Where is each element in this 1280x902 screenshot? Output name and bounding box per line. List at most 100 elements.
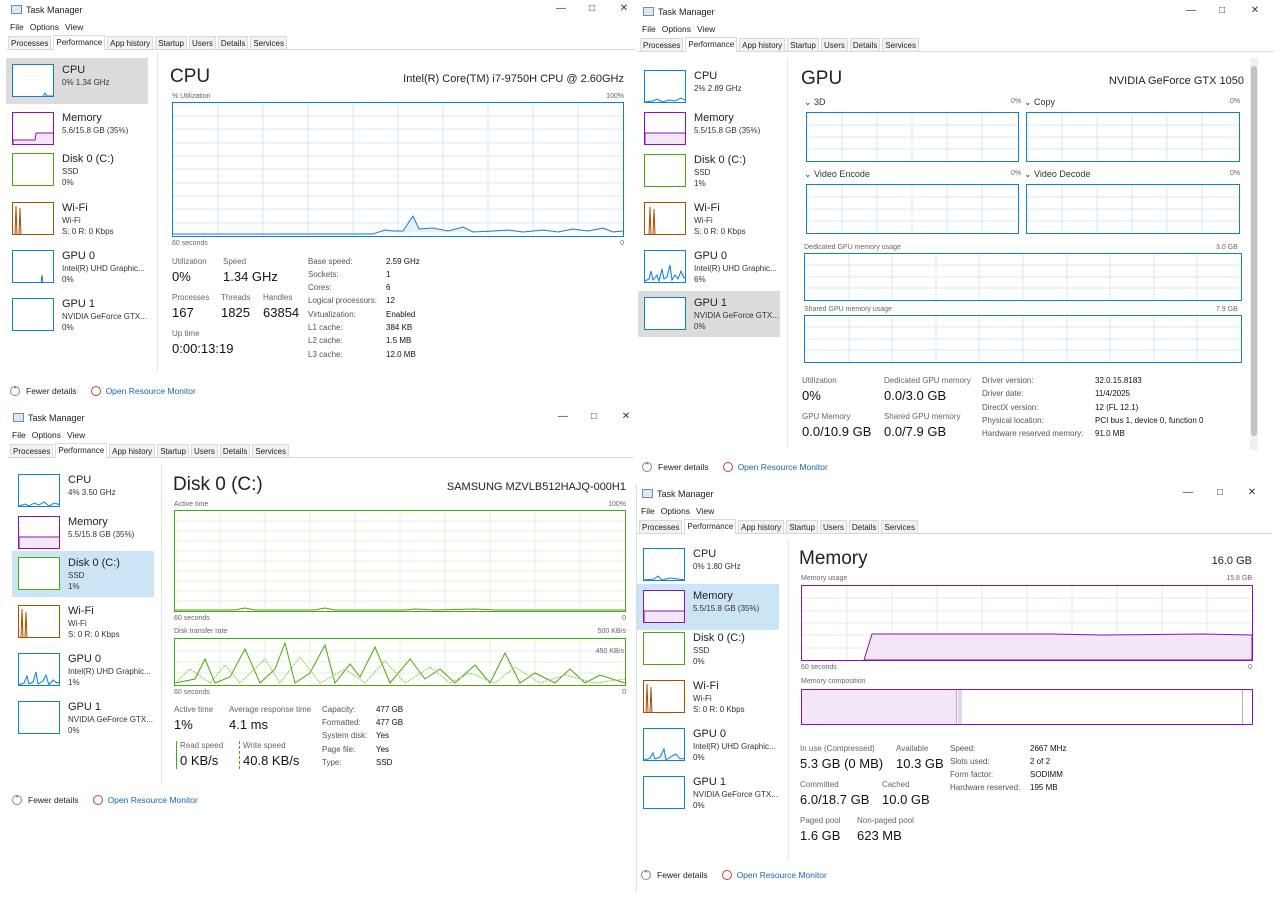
sidebar-item-disk[interactable]: Disk 0 (C:) SSD 0% [6, 147, 148, 193]
open-resource-monitor-link[interactable]: Open Resource Monitor [738, 462, 828, 472]
open-resource-monitor-link[interactable]: Open Resource Monitor [737, 870, 827, 880]
maximize-button[interactable]: □ [587, 411, 601, 424]
close-button[interactable]: ✕ [617, 3, 631, 16]
tab-startup[interactable]: Startup [157, 444, 189, 457]
maximize-button[interactable]: □ [1215, 5, 1229, 18]
close-button[interactable]: ✕ [1248, 5, 1262, 18]
chevron-up-icon[interactable]: ⌃ [10, 386, 20, 396]
menu-options[interactable]: Options [662, 22, 697, 37]
minimize-button[interactable]: — [1184, 5, 1198, 18]
tab-performance[interactable]: Performance [53, 35, 106, 50]
minimize-button[interactable]: — [554, 3, 568, 16]
tab-app-history[interactable]: App history [107, 36, 154, 49]
tab-app-history[interactable]: App history [738, 520, 785, 533]
maximize-button[interactable]: □ [585, 3, 599, 16]
tab-startup[interactable]: Startup [786, 520, 818, 533]
sidebar-item-gpu1[interactable]: GPU 1 NVIDIA GeForce GTX... 0% [12, 695, 154, 741]
sidebar-item-memory[interactable]: Memory 5.6/15.8 GB (35%) [6, 106, 148, 152]
title-bar[interactable]: Task Manager — □ ✕ [8, 408, 634, 428]
engine-decode-label[interactable]: ⌄ Video Decode [1024, 169, 1090, 180]
sidebar-item-gpu0[interactable]: GPU 0 Intel(R) UHD Graphic... 6% [638, 244, 780, 290]
sidebar-item-disk[interactable]: Disk 0 (C:) SSD 1% [638, 148, 780, 194]
tab-services[interactable]: Services [882, 38, 920, 51]
tab-performance[interactable]: Performance [684, 519, 737, 534]
tab-startup[interactable]: Startup [787, 38, 819, 51]
sidebar-item-wifi[interactable]: Wi-Fi Wi-Fi S: 0 R: 0 Kbps [12, 599, 154, 645]
menu-view[interactable]: View [696, 504, 720, 519]
fewer-details-link[interactable]: Fewer details [26, 386, 77, 396]
fewer-details-link[interactable]: Fewer details [657, 870, 708, 880]
menu-file[interactable]: File [12, 428, 32, 443]
sidebar-item-gpu1[interactable]: GPU 1 NVIDIA GeForce GTX... 0% [638, 291, 780, 337]
tab-app-history[interactable]: App history [739, 38, 786, 51]
tab-users[interactable]: Users [819, 520, 847, 533]
tab-users[interactable]: Users [188, 36, 216, 49]
sidebar-item-memory[interactable]: Memory 5.5/15.8 GB (35%) [638, 106, 780, 152]
modified-segment[interactable] [958, 690, 962, 724]
sidebar-item-gpu0[interactable]: GPU 0 Intel(R) UHD Graphic... 1% [12, 647, 154, 693]
menu-view[interactable]: View [697, 22, 721, 37]
title-bar[interactable]: Task Manager — □ ✕ [637, 484, 1272, 504]
tab-services[interactable]: Services [250, 36, 288, 49]
tab-services[interactable]: Services [252, 444, 290, 457]
menu-view[interactable]: View [65, 20, 89, 35]
maximize-button[interactable]: □ [1213, 487, 1227, 500]
sidebar-item-wifi[interactable]: Wi-Fi Wi-Fi S: 0 R: 0 Kbps [638, 196, 780, 242]
minimize-button[interactable]: — [556, 411, 570, 424]
close-button[interactable]: ✕ [1245, 487, 1259, 500]
tab-details[interactable]: Details [849, 38, 881, 51]
engine-3d-label[interactable]: ⌄ 3D [804, 97, 826, 108]
open-resource-monitor-link[interactable]: Open Resource Monitor [108, 795, 198, 805]
in-use-segment[interactable] [802, 690, 957, 724]
fewer-details-link[interactable]: Fewer details [658, 462, 709, 472]
menu-file[interactable]: File [642, 22, 662, 37]
menu-file[interactable]: File [10, 20, 30, 35]
tab-processes[interactable]: Processes [640, 38, 684, 51]
sidebar-item-memory[interactable]: Memory 5.5/15.8 GB (35%) [637, 584, 779, 630]
title-bar[interactable]: Task Manager — □ ✕ [6, 0, 636, 20]
menu-file[interactable]: File [641, 504, 661, 519]
tab-startup[interactable]: Startup [155, 36, 187, 49]
sidebar-item-disk[interactable]: Disk 0 (C:) SSD 0% [637, 626, 779, 672]
sidebar-item-wifi[interactable]: Wi-Fi Wi-Fi S: 0 R: 0 Kbps [637, 674, 779, 720]
sidebar-item-disk[interactable]: Disk 0 (C:) SSD 1% [12, 551, 154, 597]
tab-details[interactable]: Details [219, 444, 251, 457]
engine-copy-label[interactable]: ⌄ Copy [1024, 97, 1055, 108]
menu-options[interactable]: Options [30, 20, 65, 35]
fewer-details-link[interactable]: Fewer details [28, 795, 79, 805]
sidebar-item-gpu0[interactable]: GPU 0 Intel(R) UHD Graphic... 0% [6, 244, 148, 290]
sidebar-item-detail: Intel(R) UHD Graphic... [68, 667, 151, 676]
tab-processes[interactable]: Processes [8, 36, 52, 49]
sidebar-item-wifi[interactable]: Wi-Fi Wi-Fi S: 0 R: 0 Kbps [6, 196, 148, 242]
title-bar[interactable]: Task Manager — □ ✕ [638, 2, 1274, 22]
chevron-up-icon[interactable]: ⌃ [12, 795, 22, 805]
vertical-scrollbar[interactable] [1250, 58, 1258, 450]
tab-performance[interactable]: Performance [685, 37, 738, 52]
tab-details[interactable]: Details [217, 36, 249, 49]
tab-users[interactable]: Users [820, 38, 848, 51]
sidebar-item-gpu0[interactable]: GPU 0 Intel(R) UHD Graphic... 0% [637, 722, 779, 768]
sidebar-item-cpu[interactable]: CPU 0% 1.34 GHz [6, 58, 148, 104]
close-button[interactable]: ✕ [619, 411, 633, 424]
sidebar-item-memory[interactable]: Memory 5.5/15.8 GB (35%) [12, 510, 154, 556]
tab-processes[interactable]: Processes [10, 444, 54, 457]
tab-details[interactable]: Details [848, 520, 880, 533]
tab-services[interactable]: Services [881, 520, 919, 533]
sidebar-item-cpu[interactable]: CPU 0% 1.80 GHz [637, 542, 779, 588]
chevron-up-icon[interactable]: ⌃ [641, 870, 651, 880]
sidebar-item-gpu1[interactable]: GPU 1 NVIDIA GeForce GTX... 0% [6, 292, 148, 338]
menu-options[interactable]: Options [32, 428, 67, 443]
tab-performance[interactable]: Performance [55, 443, 108, 458]
menu-options[interactable]: Options [661, 504, 696, 519]
tab-processes[interactable]: Processes [639, 520, 683, 533]
tab-app-history[interactable]: App history [109, 444, 156, 457]
tab-users[interactable]: Users [190, 444, 218, 457]
sidebar-item-cpu[interactable]: CPU 2% 2.89 GHz [638, 64, 780, 110]
menu-view[interactable]: View [67, 428, 91, 443]
open-resource-monitor-link[interactable]: Open Resource Monitor [106, 386, 196, 396]
chevron-up-icon[interactable]: ⌃ [642, 462, 652, 472]
minimize-button[interactable]: — [1181, 487, 1195, 500]
sidebar-item-cpu[interactable]: CPU 4% 3.50 GHz [12, 468, 154, 514]
engine-encode-label[interactable]: ⌄ Video Encode [804, 169, 870, 180]
sidebar-item-gpu1[interactable]: GPU 1 NVIDIA GeForce GTX... 0% [637, 770, 779, 816]
